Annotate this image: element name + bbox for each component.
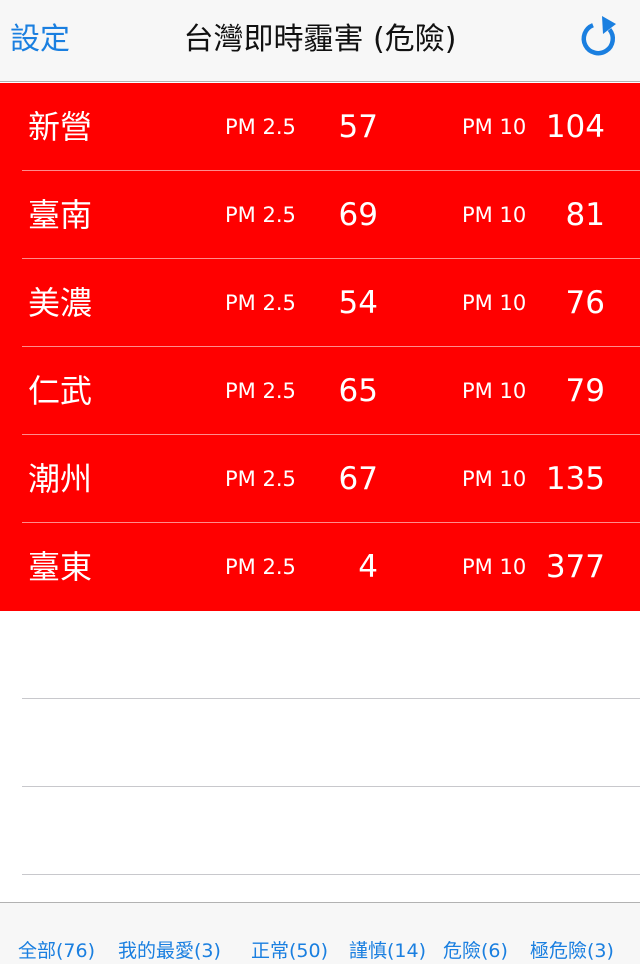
filter-tab-bar: 全部(76) 我的最愛(3) 正常(50) 謹慎(14) 危險(6) 極危險(3… (0, 902, 640, 964)
pm10-label: PM 10 (462, 203, 527, 227)
station-row[interactable]: 臺南 PM 2.5 69 PM 10 81 (0, 171, 640, 259)
pm25-label: PM 2.5 (225, 115, 296, 139)
pm25-value: 65 (338, 373, 378, 409)
pm25-value: 4 (358, 549, 378, 585)
pm10-label: PM 10 (462, 115, 527, 139)
empty-row (0, 699, 640, 787)
pm10-value: 377 (545, 549, 605, 585)
station-name: 美濃 (28, 284, 93, 322)
pm10-value: 135 (545, 461, 605, 497)
tab-all[interactable]: 全部(76) (18, 939, 95, 963)
tab-extreme-danger[interactable]: 極危險(3) (530, 939, 614, 963)
pm10-label: PM 10 (462, 467, 527, 491)
pm10-value: 76 (565, 285, 605, 321)
pm25-value: 57 (338, 109, 378, 145)
station-row[interactable]: 美濃 PM 2.5 54 PM 10 76 (0, 259, 640, 347)
pm10-label: PM 10 (462, 555, 527, 579)
tab-caution[interactable]: 謹慎(14) (349, 939, 426, 963)
pm10-label: PM 10 (462, 379, 527, 403)
pm25-label: PM 2.5 (225, 467, 296, 491)
station-row[interactable]: 仁武 PM 2.5 65 PM 10 79 (0, 347, 640, 435)
tab-danger[interactable]: 危險(6) (443, 939, 508, 963)
navigation-bar: 設定 台灣即時霾害 (危險) (0, 0, 640, 82)
refresh-button[interactable] (576, 14, 622, 64)
pm25-value: 54 (338, 285, 378, 321)
pm25-value: 69 (338, 197, 378, 233)
tab-normal[interactable]: 正常(50) (251, 939, 328, 963)
page-title: 台灣即時霾害 (危險) (183, 22, 457, 57)
pm10-label: PM 10 (462, 291, 527, 315)
tab-favorites[interactable]: 我的最愛(3) (118, 939, 221, 963)
refresh-icon (581, 16, 616, 56)
station-name: 仁武 (28, 372, 93, 410)
row-separator (22, 874, 640, 875)
station-name: 新營 (28, 108, 93, 146)
station-row[interactable]: 潮州 PM 2.5 67 PM 10 135 (0, 435, 640, 523)
station-name: 臺南 (28, 196, 93, 234)
empty-row (0, 787, 640, 875)
station-row[interactable]: 新營 PM 2.5 57 PM 10 104 (0, 83, 640, 171)
station-name: 潮州 (28, 460, 93, 498)
empty-row (0, 611, 640, 699)
pm10-value: 79 (565, 373, 605, 409)
pm25-value: 67 (338, 461, 378, 497)
pm25-label: PM 2.5 (225, 291, 296, 315)
pm10-value: 104 (545, 109, 605, 145)
station-list: 新營 PM 2.5 57 PM 10 104 臺南 PM 2.5 69 PM 1… (0, 83, 640, 875)
pm25-label: PM 2.5 (225, 379, 296, 403)
pm10-value: 81 (565, 197, 605, 233)
station-row[interactable]: 臺東 PM 2.5 4 PM 10 377 (0, 523, 640, 611)
pm25-label: PM 2.5 (225, 203, 296, 227)
pm25-label: PM 2.5 (225, 555, 296, 579)
settings-button[interactable]: 設定 (10, 20, 70, 60)
station-name: 臺東 (28, 548, 93, 586)
